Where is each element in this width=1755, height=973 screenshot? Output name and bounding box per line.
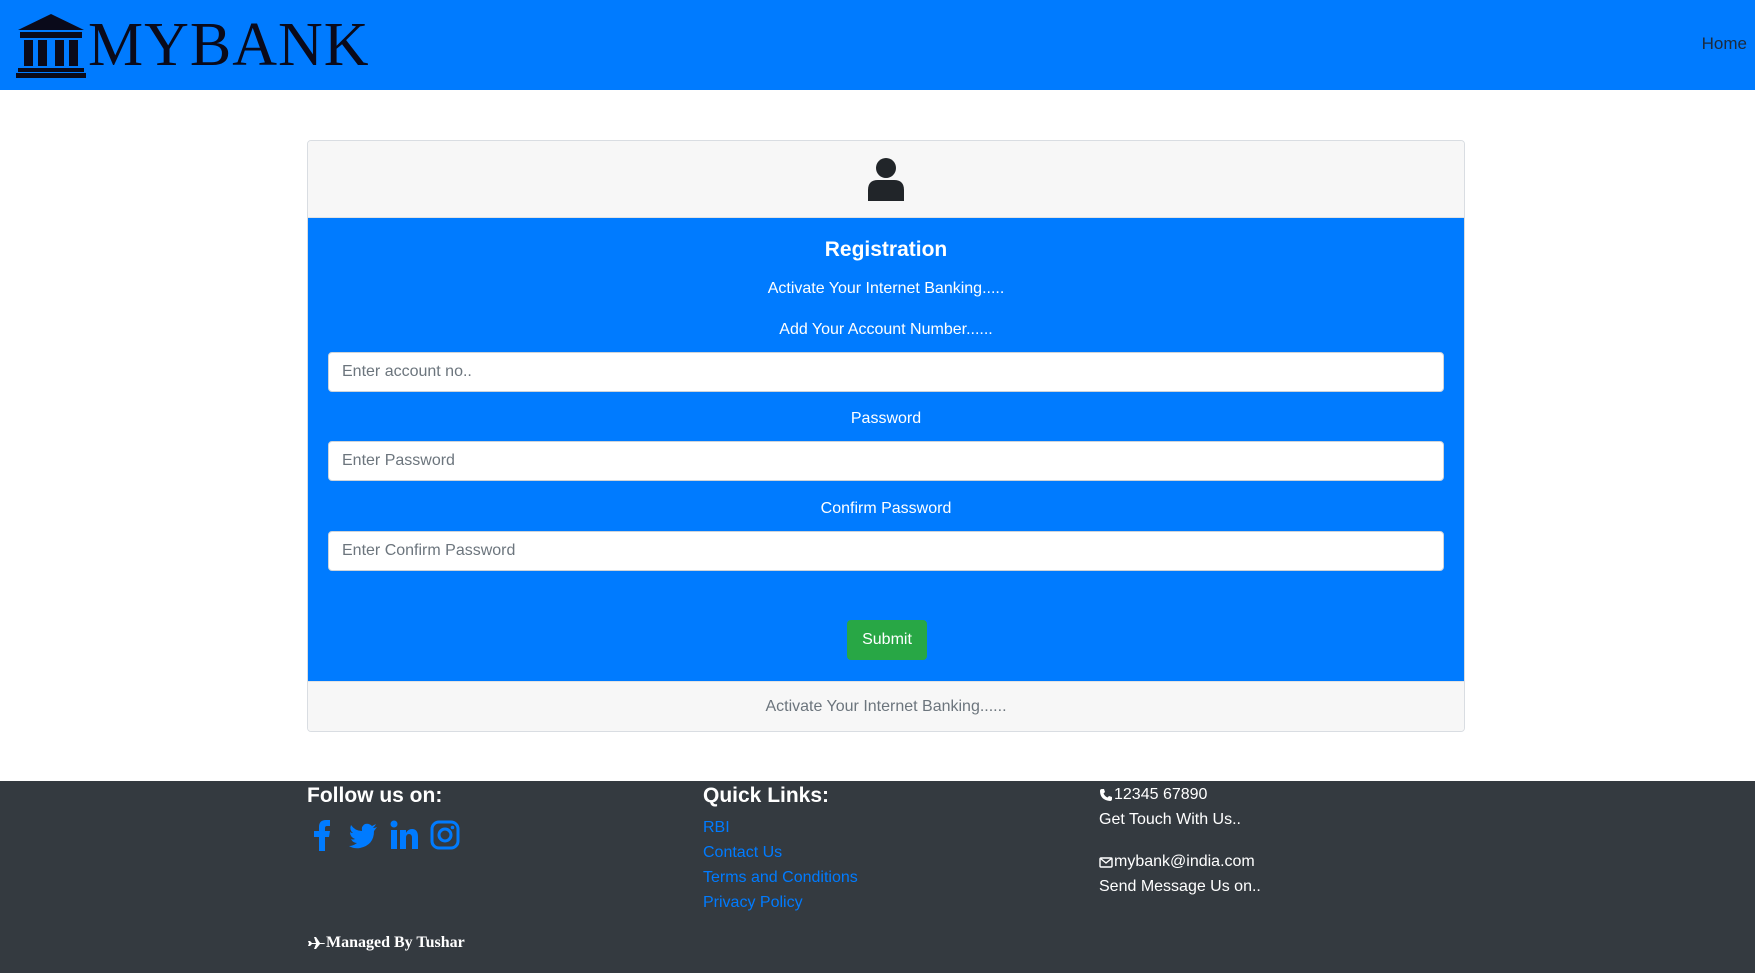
managed-by-text: Managed By Tushar	[326, 934, 465, 951]
phone-icon	[1100, 788, 1112, 801]
follow-section: Follow us on:	[307, 781, 460, 851]
account-number-label: Add Your Account Number......	[779, 321, 993, 338]
site-footer: Follow us on: Quick Links: RBI Contact U…	[0, 781, 1755, 973]
registration-title: Registration	[824, 238, 948, 261]
card-header	[308, 141, 1464, 218]
link-terms[interactable]: Terms and Conditions	[703, 865, 858, 890]
airplane-icon	[308, 937, 325, 949]
nav-home-link[interactable]: Home	[1702, 34, 1747, 54]
activate-text: Activate Your Internet Banking.....	[767, 280, 1005, 297]
email-caption: Send Message Us on..	[1099, 878, 1261, 895]
navbar: MYBANK Home	[0, 0, 1755, 90]
brand[interactable]: MYBANK	[16, 12, 370, 78]
confirm-password-input[interactable]	[328, 531, 1444, 571]
quick-links-section: Quick Links: RBI Contact Us Terms and Co…	[703, 781, 858, 915]
phone-number: 12345 67890	[1114, 786, 1208, 803]
link-rbi[interactable]: RBI	[703, 815, 858, 840]
quick-links-list: RBI Contact Us Terms and Conditions Priv…	[703, 815, 858, 915]
brand-name: MYBANK	[88, 11, 370, 79]
password-input[interactable]	[328, 441, 1444, 481]
instagram-icon[interactable]	[430, 819, 460, 851]
link-contact-us[interactable]: Contact Us	[703, 840, 858, 865]
follow-title: Follow us on:	[307, 784, 443, 807]
social-links	[307, 819, 460, 851]
email-address: mybank@india.com	[1114, 853, 1255, 870]
managed-by: Managed By Tushar	[307, 934, 465, 952]
registration-card: Registration Activate Your Internet Bank…	[307, 140, 1465, 732]
linkedin-icon[interactable]	[389, 819, 419, 851]
account-number-input[interactable]	[328, 352, 1444, 392]
submit-button[interactable]: Submit	[847, 620, 927, 660]
user-icon	[868, 158, 904, 201]
phone-caption: Get Touch With Us..	[1099, 811, 1241, 828]
contact-section: 12345 67890 Get Touch With Us.. mybank@i…	[1099, 781, 1261, 899]
confirm-password-label: Confirm Password	[820, 500, 952, 517]
twitter-icon[interactable]	[348, 819, 378, 851]
link-privacy-policy[interactable]: Privacy Policy	[703, 890, 858, 915]
envelope-icon	[1099, 856, 1113, 868]
quick-links-title: Quick Links:	[703, 784, 830, 807]
phone-line: 12345 67890	[1099, 782, 1261, 807]
password-label: Password	[850, 410, 922, 427]
bank-icon	[16, 14, 86, 78]
email-line: mybank@india.com	[1099, 849, 1261, 874]
facebook-icon[interactable]	[307, 819, 337, 851]
card-footer-text: Activate Your Internet Banking......	[308, 681, 1464, 731]
card-body: Registration Activate Your Internet Bank…	[308, 218, 1464, 681]
